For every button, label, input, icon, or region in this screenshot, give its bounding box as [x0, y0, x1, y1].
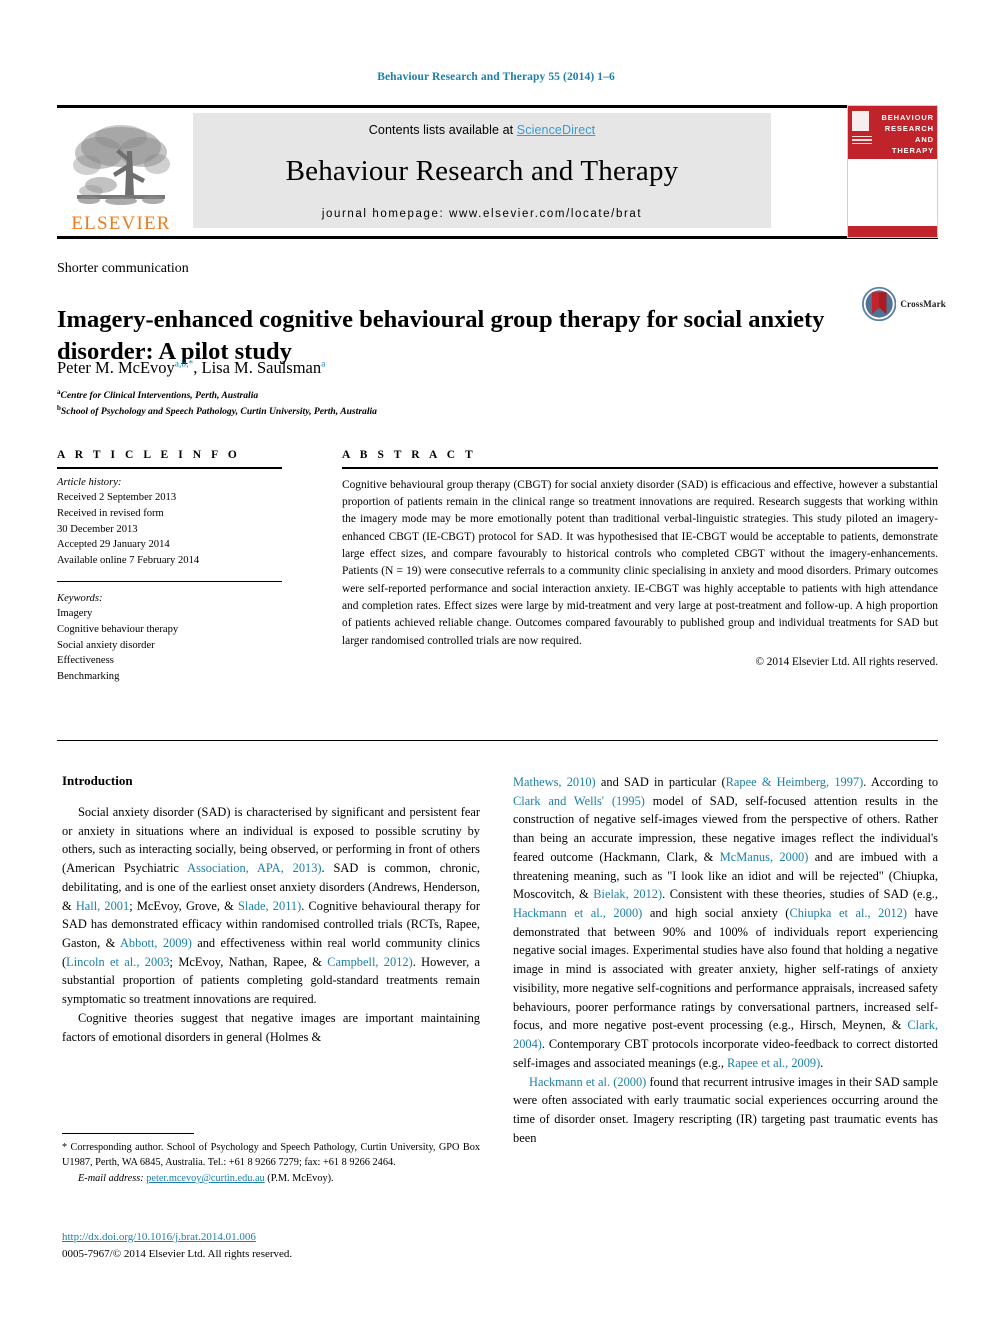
cover-badge-lines	[852, 136, 872, 146]
affiliation-list: aCentre for Clinical Interventions, Pert…	[57, 387, 827, 419]
received-date: Received 2 September 2013	[57, 492, 177, 504]
citation-reference[interactable]: Lincoln et al., 2003	[66, 955, 169, 969]
crossmark-badge[interactable]: CrossMark	[862, 283, 946, 325]
journal-masthead: ELSEVIER Contents lists available at Sci…	[57, 105, 938, 239]
abstract-heading: A B S T R A C T	[342, 449, 477, 461]
elsevier-tree-icon	[73, 125, 170, 205]
corresponding-author-note: * Corresponding author. School of Psycho…	[62, 1142, 480, 1169]
affiliation-text: Centre for Clinical Interventions, Perth…	[60, 390, 259, 402]
footnote-block: * Corresponding author. School of Psycho…	[62, 1140, 480, 1186]
journal-cover-thumbnail[interactable]: BEHAVIOUR RESEARCH AND THERAPY	[847, 105, 938, 238]
email-label: E-mail address:	[78, 1172, 144, 1184]
article-history: Article history: Received 2 September 20…	[57, 475, 282, 569]
keyword-item: Social anxiety disorder	[57, 639, 155, 651]
masthead-bottom-rule	[57, 236, 938, 239]
citation-reference[interactable]: Campbell, 2012)	[327, 955, 413, 969]
email-link[interactable]: peter.mcevoy@curtin.edu.au	[146, 1173, 264, 1184]
citation-reference[interactable]: Rapee et al., 2009)	[727, 1056, 820, 1070]
article-info-heading: A R T I C L E I N F O	[57, 449, 241, 461]
article-info-rule	[57, 467, 282, 469]
citation-reference[interactable]: Association, APA, 2013)	[187, 861, 321, 875]
citation-reference[interactable]: Clark and Wells' (1995)	[513, 794, 645, 808]
abstract-text: Cognitive behavioural group therapy (CBG…	[342, 478, 938, 647]
citation-reference[interactable]: Rapee & Heimberg, 1997)	[726, 775, 864, 789]
keywords-label: Keywords:	[57, 592, 103, 604]
body-column-right: Mathews, 2010) and SAD in particular (Ra…	[513, 773, 938, 1147]
keyword-item: Cognitive behaviour therapy	[57, 623, 179, 635]
article-type-label: Shorter communication	[57, 261, 189, 276]
citation-reference[interactable]: Mathews, 2010)	[513, 775, 596, 789]
author-name: Lisa M. Saulsman	[201, 358, 322, 377]
body-paragraph: Mathews, 2010) and SAD in particular (Ra…	[513, 775, 939, 1070]
author-affiliation-marker[interactable]: a,b,*	[175, 360, 193, 370]
body-paragraph: Hackmann et al. (2000) found that recurr…	[513, 1074, 938, 1145]
citation-reference[interactable]: McManus, 2000)	[720, 850, 809, 864]
keywords-block: Keywords: Imagery Cognitive behaviour th…	[57, 591, 282, 685]
elsevier-wordmark: ELSEVIER	[71, 213, 171, 234]
email-note: E-mail address: peter.mcevoy@curtin.edu.…	[62, 1171, 480, 1186]
issn-copyright-line: 0005-7967/© 2014 Elsevier Ltd. All right…	[62, 1247, 293, 1260]
article-history-label: Article history:	[57, 476, 122, 488]
article-info-block: A R T I C L E I N F O Article history: R…	[57, 449, 282, 685]
body-column-left: Introduction Social anxiety disorder (SA…	[62, 773, 480, 1046]
citation-reference[interactable]: Bielak, 2012)	[593, 887, 662, 901]
citation-reference[interactable]: Chiupka et al., 2012)	[789, 906, 907, 920]
elsevier-logo: ELSEVIER	[61, 113, 181, 233]
author-list: Peter M. McEvoya,b,*, Lisa M. Saulsmana	[57, 358, 326, 377]
crossmark-icon	[862, 286, 897, 322]
journal-homepage-link[interactable]: journal homepage: www.elsevier.com/locat…	[193, 208, 771, 220]
cover-red-footer	[848, 226, 937, 237]
citation-reference[interactable]: Clark, 2004)	[513, 1018, 938, 1051]
available-online-date: Available online 7 February 2014	[57, 554, 200, 566]
citation-reference[interactable]: Slade, 2011)	[238, 899, 301, 913]
journal-title: Behaviour Research and Therapy	[285, 155, 679, 187]
journal-band: Contents lists available at ScienceDirec…	[193, 113, 771, 228]
affiliation-text: School of Psychology and Speech Patholog…	[60, 406, 377, 418]
footnote-rule	[62, 1133, 194, 1134]
crossmark-label: CrossMark	[900, 299, 946, 309]
abstract-copyright: © 2014 Elsevier Ltd. All rights reserved…	[755, 655, 939, 668]
affiliation-item: aCentre for Clinical Interventions, Pert…	[57, 387, 827, 403]
abstract-rule	[342, 467, 938, 469]
email-owner: (P.M. McEvoy).	[267, 1172, 334, 1184]
keyword-item: Effectiveness	[57, 655, 114, 667]
cover-title: BEHAVIOUR RESEARCH AND THERAPY	[881, 113, 934, 155]
keyword-item: Benchmarking	[57, 670, 120, 682]
contents-line: Contents lists available at ScienceDirec…	[193, 113, 771, 137]
author-name: Peter M. McEvoy	[57, 358, 175, 377]
affiliation-item: bSchool of Psychology and Speech Patholo…	[57, 403, 827, 419]
introduction-heading: Introduction	[62, 773, 133, 788]
revised-date: 30 December 2013	[57, 523, 138, 535]
footer-block: http://dx.doi.org/10.1016/j.brat.2014.01…	[62, 1229, 480, 1262]
info-divider	[57, 580, 282, 582]
keyword-item: Imagery	[57, 608, 93, 620]
author-affiliation-marker[interactable]: a	[321, 360, 325, 370]
accepted-date: Accepted 29 January 2014	[57, 539, 170, 551]
abstract-block: A B S T R A C T Cognitive behavioural gr…	[342, 449, 938, 668]
citation-reference[interactable]: Hackmann et al., 2000)	[513, 906, 642, 920]
citation-reference[interactable]: Hackmann et al. (2000)	[529, 1075, 646, 1089]
sciencedirect-link[interactable]: ScienceDirect	[517, 123, 595, 137]
doi-link[interactable]: http://dx.doi.org/10.1016/j.brat.2014.01…	[62, 1231, 256, 1243]
masthead-top-rule	[57, 105, 938, 108]
revised-label: Received in revised form	[57, 507, 164, 519]
contents-prefix: Contents lists available at	[368, 123, 517, 137]
citation-reference[interactable]: Hall, 2001	[76, 899, 129, 913]
article-page: Behaviour Research and Therapy 55 (2014)…	[0, 0, 992, 1323]
running-head: Behaviour Research and Therapy 55 (2014)…	[377, 71, 615, 83]
body-paragraph: Cognitive theories suggest that negative…	[62, 1010, 480, 1044]
citation-reference[interactable]: Abbott, 2009)	[120, 936, 192, 950]
body-paragraph: Social anxiety disorder (SAD) is charact…	[62, 805, 480, 1007]
cover-publisher-badge-icon	[852, 111, 869, 131]
body-top-rule	[57, 740, 938, 741]
